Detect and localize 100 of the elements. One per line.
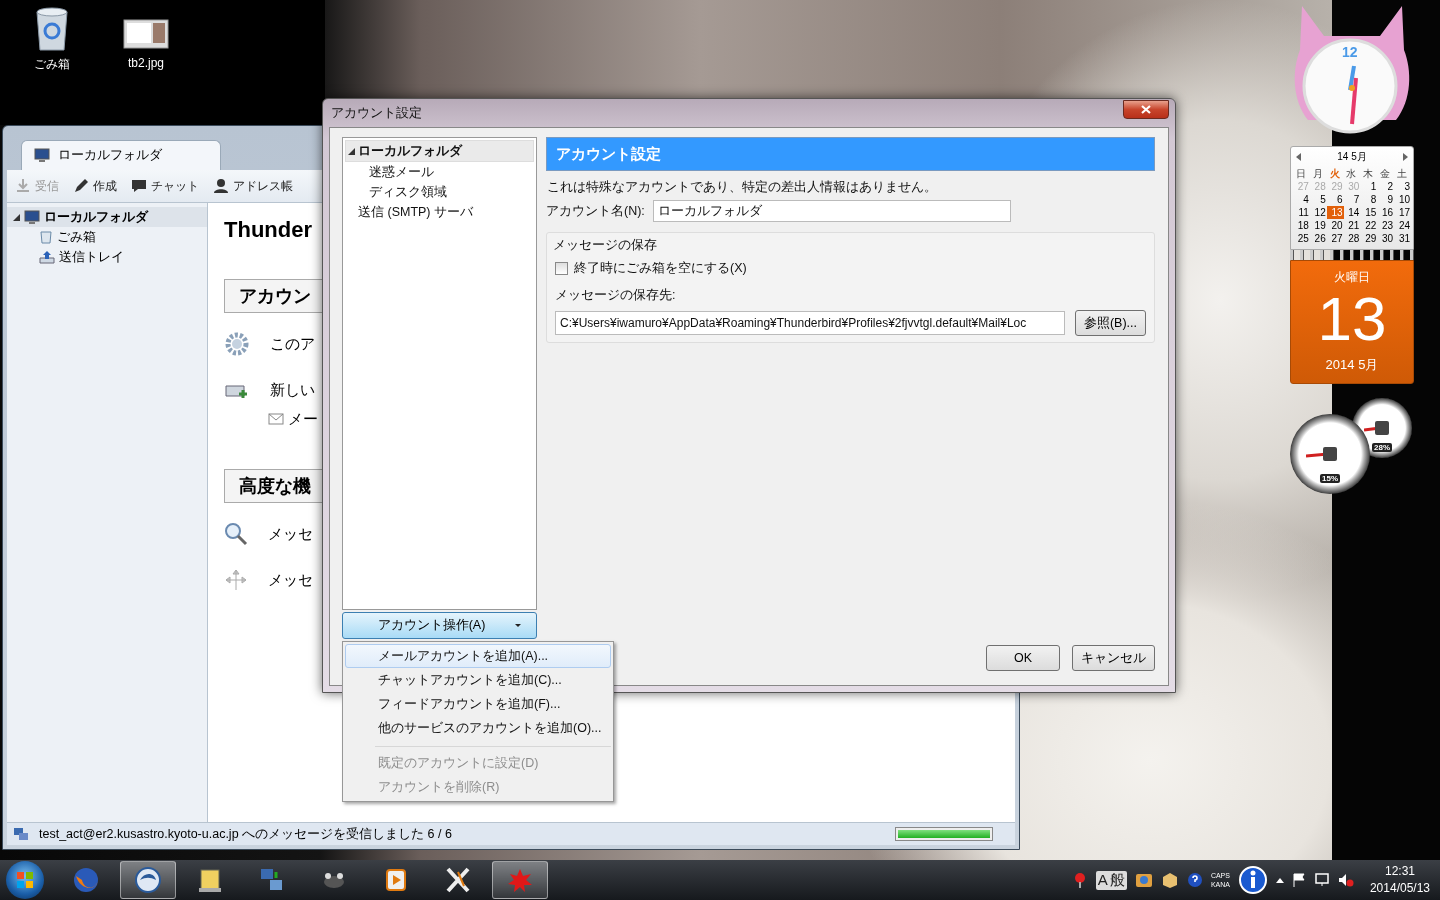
- toolbar-button[interactable]: アドレス帳: [211, 175, 295, 197]
- calendar-day[interactable]: 11: [1293, 206, 1310, 219]
- calendar-day[interactable]: 20: [1326, 219, 1344, 232]
- clock-date: 2014/05/13: [1369, 880, 1430, 897]
- calendar-day[interactable]: 10: [1394, 193, 1411, 206]
- trash-can-icon[interactable]: [34, 6, 70, 52]
- calendar-day[interactable]: 5: [1309, 193, 1327, 206]
- computer-icon: [24, 209, 40, 225]
- calendar-day[interactable]: 6: [1326, 193, 1344, 206]
- tree-item[interactable]: 送信 (SMTP) サーバ: [345, 202, 534, 222]
- status-text: test_act@er2.kusastro.kyoto-u.ac.jp へのメッセージを受信しました 6 / 6: [39, 825, 453, 843]
- calendar-day[interactable]: 2: [1377, 180, 1395, 193]
- download-icon: [15, 178, 31, 194]
- clock-time: 12:31: [1384, 863, 1415, 880]
- calendar-day[interactable]: 4: [1293, 193, 1310, 206]
- calendar-day[interactable]: 22: [1360, 219, 1378, 232]
- computer-icon: [34, 148, 50, 163]
- box-icon[interactable]: [1160, 871, 1179, 889]
- info-icon[interactable]: [1237, 865, 1268, 895]
- calendar-day[interactable]: 27: [1326, 232, 1344, 245]
- dialog-button[interactable]: キャンセル: [1072, 645, 1155, 671]
- window-title: アカウント設定: [331, 104, 422, 122]
- calendar-day[interactable]: 26: [1309, 232, 1327, 245]
- speaker-muted-icon[interactable]: [1337, 873, 1354, 887]
- item-text: 新しい: [270, 380, 315, 400]
- folder-item[interactable]: ローカルフォルダ: [7, 207, 207, 227]
- calendar-day[interactable]: 28: [1343, 232, 1361, 245]
- calendar-day[interactable]: 13: [1326, 206, 1344, 219]
- tree-item[interactable]: ディスク領域: [345, 182, 534, 202]
- item-text: メッセ: [268, 570, 313, 590]
- menu-item[interactable]: チャットアカウントを追加(C)...: [345, 668, 611, 692]
- pencil-icon: [73, 178, 89, 194]
- calendar-day[interactable]: 25: [1293, 232, 1310, 245]
- next-arrow-icon[interactable]: [1403, 153, 1408, 161]
- weekday-label: 火: [1328, 167, 1341, 180]
- calendar-day[interactable]: 23: [1377, 219, 1395, 232]
- calendar-day[interactable]: 29: [1360, 232, 1378, 245]
- calendar-day[interactable]: 9: [1377, 193, 1395, 206]
- calendar-day[interactable]: 17: [1394, 206, 1411, 219]
- envelope-icon: [268, 413, 284, 425]
- icon-label: tb2.jpg: [128, 56, 164, 70]
- dialog-button[interactable]: OK: [986, 645, 1060, 671]
- calendar-day[interactable]: 16: [1377, 206, 1395, 219]
- toolbar-button[interactable]: 作成: [71, 175, 119, 197]
- calendar-day[interactable]: 1: [1360, 180, 1378, 193]
- taskbar-button[interactable]: [120, 861, 176, 899]
- calendar-day[interactable]: 24: [1394, 219, 1411, 232]
- account-actions-button[interactable]: アカウント操作(A): [342, 612, 537, 639]
- calendar-day[interactable]: 21: [1343, 219, 1361, 232]
- panel-heading: アカウント設定: [546, 137, 1155, 171]
- weekday-label: 木: [1362, 167, 1375, 180]
- menu-item[interactable]: フィードアカウントを追加(F)...: [345, 692, 611, 716]
- item-text: メッセ: [268, 524, 313, 544]
- tree-item[interactable]: ローカルフォルダ: [345, 140, 534, 162]
- speech-bubble-icon: [131, 178, 147, 194]
- calendar-day[interactable]: 12: [1309, 206, 1327, 219]
- ime-toolbar[interactable]: A般: [1095, 870, 1127, 890]
- calendar-day[interactable]: 19: [1309, 219, 1327, 232]
- gauge-reading: 15%: [1320, 474, 1340, 483]
- tree-item[interactable]: 迷惑メール: [345, 162, 534, 182]
- expander-icon[interactable]: [348, 147, 355, 155]
- close-button[interactable]: [1123, 99, 1169, 119]
- checkbox-label: 終了時にごみ箱を空にする(X): [574, 260, 747, 277]
- gauge-reading: 28%: [1372, 443, 1392, 452]
- tab[interactable]: ローカルフォルダ: [21, 140, 221, 170]
- expander-icon[interactable]: [13, 213, 20, 221]
- icon-label: ごみ箱: [34, 56, 70, 73]
- checkbox[interactable]: [555, 262, 568, 275]
- calendar-day[interactable]: 15: [1360, 206, 1378, 219]
- path-field[interactable]: C:¥Users¥iwamuro¥AppData¥Roaming¥Thunderbird¥Profiles¥2fjvvtgl.default¥Mail¥Loc: [555, 311, 1065, 335]
- pin-icon[interactable]: [1073, 872, 1088, 888]
- ime-mode: 般: [1109, 870, 1125, 890]
- folder-item[interactable]: 送信トレイ: [21, 247, 207, 267]
- tool-icon[interactable]: [1134, 871, 1153, 889]
- caret-up-icon[interactable]: [1275, 877, 1284, 883]
- folder-item[interactable]: ごみ箱: [21, 227, 207, 247]
- start-button[interactable]: [6, 861, 44, 899]
- calendar-day[interactable]: 3: [1394, 180, 1411, 193]
- calendar-day[interactable]: 31: [1394, 232, 1411, 245]
- menu-item[interactable]: 他のサービスのアカウントを追加(O)...: [345, 716, 611, 740]
- arrows-icon: [224, 568, 248, 592]
- toolbar-button[interactable]: チャット: [129, 175, 201, 197]
- monitor-icon[interactable]: [1313, 873, 1330, 887]
- help-icon[interactable]: [1186, 872, 1203, 888]
- flag-icon[interactable]: [1291, 873, 1306, 887]
- calendar-day[interactable]: 8: [1360, 193, 1378, 206]
- menu-item[interactable]: メールアカウントを追加(A)...: [345, 644, 611, 668]
- calendar-day[interactable]: 18: [1293, 219, 1310, 232]
- gear-icon: [224, 331, 250, 357]
- previous-arrow-icon[interactable]: [1296, 153, 1301, 161]
- calendar-day[interactable]: 30: [1377, 232, 1395, 245]
- info-text: これは特殊なアカウントであり、特定の差出人情報はありません。: [547, 179, 938, 196]
- calendar-day[interactable]: 14: [1343, 206, 1361, 219]
- page-title: Thunder: [224, 217, 313, 243]
- weekday-label: 水: [1345, 167, 1358, 180]
- calendar-day[interactable]: 7: [1343, 193, 1361, 206]
- account-name-field[interactable]: ローカルフォルダ: [652, 200, 1011, 222]
- gauge-needle-icon: [1306, 447, 1337, 461]
- browse-button[interactable]: 参照(B)...: [1074, 310, 1146, 336]
- month-label: 14 5月: [1337, 150, 1367, 164]
